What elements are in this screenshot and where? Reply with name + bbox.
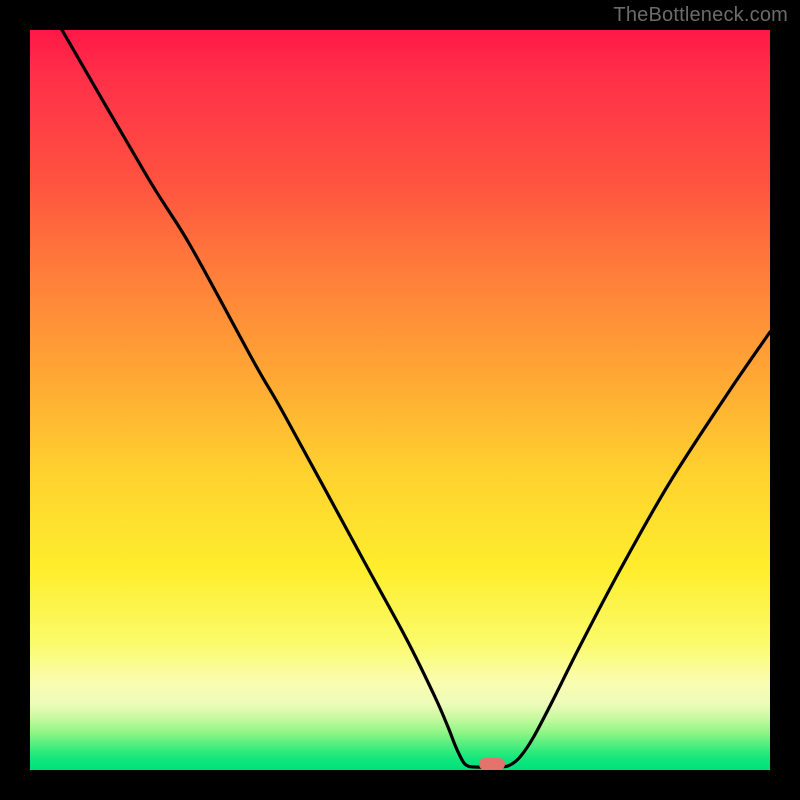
curve-path (62, 30, 770, 767)
plot-area (30, 30, 770, 770)
bottleneck-curve (30, 30, 770, 770)
watermark-text: TheBottleneck.com (613, 4, 788, 27)
optimum-marker (479, 758, 505, 770)
chart-frame: TheBottleneck.com (0, 0, 800, 800)
